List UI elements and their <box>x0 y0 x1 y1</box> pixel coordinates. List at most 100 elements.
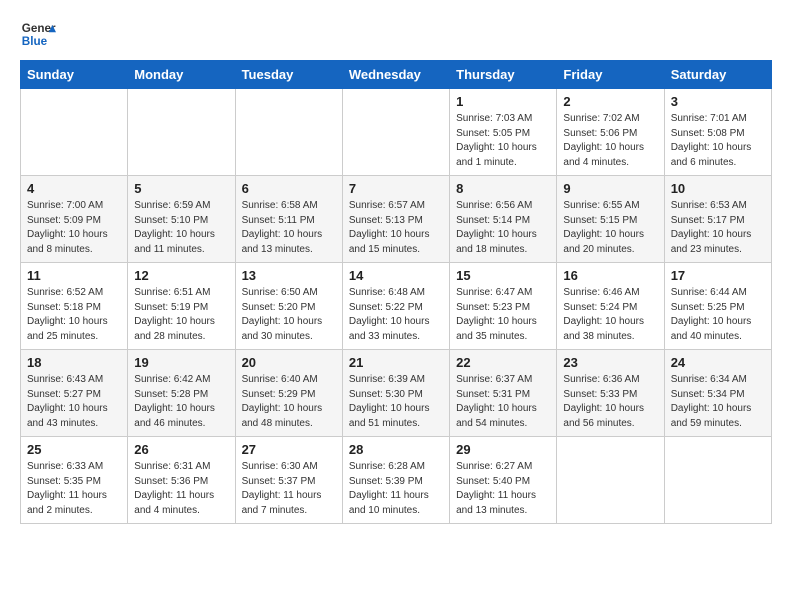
day-info: Sunrise: 6:53 AM Sunset: 5:17 PM Dayligh… <box>671 199 765 257</box>
calendar-week-row: 1 Sunrise: 7:03 AM Sunset: 5:05 PM Daylig… <box>21 89 772 176</box>
day-number: 3 <box>671 94 765 109</box>
calendar-cell: 23 Sunrise: 6:36 AM Sunset: 5:33 PM Dayli… <box>557 350 664 437</box>
calendar-week-row: 18 Sunrise: 6:43 AM Sunset: 5:27 PM Dayli… <box>21 350 772 437</box>
day-info: Sunrise: 6:46 AM Sunset: 5:24 PM Dayligh… <box>563 286 657 344</box>
day-number: 23 <box>563 355 657 370</box>
calendar-cell: 24 Sunrise: 6:34 AM Sunset: 5:34 PM Dayli… <box>664 350 771 437</box>
day-number: 19 <box>134 355 228 370</box>
calendar-cell: 2 Sunrise: 7:02 AM Sunset: 5:06 PM Daylig… <box>557 89 664 176</box>
day-header-sunday: Sunday <box>21 61 128 89</box>
calendar-cell: 27 Sunrise: 6:30 AM Sunset: 5:37 PM Dayli… <box>235 437 342 524</box>
calendar-cell <box>235 89 342 176</box>
day-header-thursday: Thursday <box>450 61 557 89</box>
calendar-cell: 19 Sunrise: 6:42 AM Sunset: 5:28 PM Dayli… <box>128 350 235 437</box>
day-header-wednesday: Wednesday <box>342 61 449 89</box>
day-number: 21 <box>349 355 443 370</box>
day-info: Sunrise: 6:39 AM Sunset: 5:30 PM Dayligh… <box>349 373 443 431</box>
calendar-cell: 12Sunrise: 6:51 AM Sunset: 5:19 PM Dayli… <box>128 263 235 350</box>
day-number: 28 <box>349 442 443 457</box>
day-number: 25 <box>27 442 121 457</box>
calendar-week-row: 25 Sunrise: 6:33 AM Sunset: 5:35 PM Dayli… <box>21 437 772 524</box>
day-info: Sunrise: 6:27 AM Sunset: 5:40 PM Dayligh… <box>456 460 550 518</box>
day-info: Sunrise: 6:44 AM Sunset: 5:25 PM Dayligh… <box>671 286 765 344</box>
calendar-cell: 15 Sunrise: 6:47 AM Sunset: 5:23 PM Dayli… <box>450 263 557 350</box>
calendar-cell: 3 Sunrise: 7:01 AM Sunset: 5:08 PM Daylig… <box>664 89 771 176</box>
day-info: Sunrise: 6:33 AM Sunset: 5:35 PM Dayligh… <box>27 460 121 518</box>
day-number: 27 <box>242 442 336 457</box>
calendar-cell: 7Sunrise: 6:57 AM Sunset: 5:13 PM Daylig… <box>342 176 449 263</box>
calendar-cell: 29 Sunrise: 6:27 AM Sunset: 5:40 PM Dayli… <box>450 437 557 524</box>
day-info: Sunrise: 6:52 AM Sunset: 5:18 PM Dayligh… <box>27 286 121 344</box>
day-number: 13 <box>242 268 336 283</box>
day-info: Sunrise: 6:59 AM Sunset: 5:10 PM Dayligh… <box>134 199 228 257</box>
day-number: 10 <box>671 181 765 196</box>
day-header-tuesday: Tuesday <box>235 61 342 89</box>
day-number: 17 <box>671 268 765 283</box>
day-info: Sunrise: 6:50 AM Sunset: 5:20 PM Dayligh… <box>242 286 336 344</box>
svg-text:Blue: Blue <box>22 35 48 48</box>
day-info: Sunrise: 6:43 AM Sunset: 5:27 PM Dayligh… <box>27 373 121 431</box>
logo: General Blue <box>20 16 56 52</box>
day-number: 16 <box>563 268 657 283</box>
day-info: Sunrise: 7:03 AM Sunset: 5:05 PM Dayligh… <box>456 112 550 170</box>
calendar-week-row: 4 Sunrise: 7:00 AM Sunset: 5:09 PM Daylig… <box>21 176 772 263</box>
calendar-cell: 6 Sunrise: 6:58 AM Sunset: 5:11 PM Daylig… <box>235 176 342 263</box>
calendar-week-row: 11 Sunrise: 6:52 AM Sunset: 5:18 PM Dayli… <box>21 263 772 350</box>
calendar-cell <box>342 89 449 176</box>
day-number: 4 <box>27 181 121 196</box>
calendar-cell: 28 Sunrise: 6:28 AM Sunset: 5:39 PM Dayli… <box>342 437 449 524</box>
calendar-cell: 26Sunrise: 6:31 AM Sunset: 5:36 PM Dayli… <box>128 437 235 524</box>
calendar-cell <box>664 437 771 524</box>
calendar-cell: 11 Sunrise: 6:52 AM Sunset: 5:18 PM Dayli… <box>21 263 128 350</box>
day-header-friday: Friday <box>557 61 664 89</box>
calendar-cell: 22 Sunrise: 6:37 AM Sunset: 5:31 PM Dayli… <box>450 350 557 437</box>
day-number: 15 <box>456 268 550 283</box>
day-number: 12 <box>134 268 228 283</box>
calendar-cell <box>21 89 128 176</box>
calendar-cell: 13 Sunrise: 6:50 AM Sunset: 5:20 PM Dayli… <box>235 263 342 350</box>
calendar-cell: 17 Sunrise: 6:44 AM Sunset: 5:25 PM Dayli… <box>664 263 771 350</box>
day-info: Sunrise: 6:37 AM Sunset: 5:31 PM Dayligh… <box>456 373 550 431</box>
logo-icon: General Blue <box>20 16 56 52</box>
day-info: Sunrise: 6:40 AM Sunset: 5:29 PM Dayligh… <box>242 373 336 431</box>
day-info: Sunrise: 6:36 AM Sunset: 5:33 PM Dayligh… <box>563 373 657 431</box>
day-number: 9 <box>563 181 657 196</box>
day-info: Sunrise: 7:00 AM Sunset: 5:09 PM Dayligh… <box>27 199 121 257</box>
day-info: Sunrise: 6:30 AM Sunset: 5:37 PM Dayligh… <box>242 460 336 518</box>
day-info: Sunrise: 6:28 AM Sunset: 5:39 PM Dayligh… <box>349 460 443 518</box>
calendar-header-row: SundayMondayTuesdayWednesdayThursdayFrid… <box>21 61 772 89</box>
calendar-cell: 4 Sunrise: 7:00 AM Sunset: 5:09 PM Daylig… <box>21 176 128 263</box>
calendar-cell: 25 Sunrise: 6:33 AM Sunset: 5:35 PM Dayli… <box>21 437 128 524</box>
calendar-table: SundayMondayTuesdayWednesdayThursdayFrid… <box>20 60 772 524</box>
calendar-cell <box>557 437 664 524</box>
day-info: Sunrise: 7:01 AM Sunset: 5:08 PM Dayligh… <box>671 112 765 170</box>
calendar-cell: 21 Sunrise: 6:39 AM Sunset: 5:30 PM Dayli… <box>342 350 449 437</box>
day-info: Sunrise: 6:48 AM Sunset: 5:22 PM Dayligh… <box>349 286 443 344</box>
day-number: 29 <box>456 442 550 457</box>
day-number: 2 <box>563 94 657 109</box>
calendar-cell: 1 Sunrise: 7:03 AM Sunset: 5:05 PM Daylig… <box>450 89 557 176</box>
day-number: 26 <box>134 442 228 457</box>
day-info: Sunrise: 6:57 AM Sunset: 5:13 PM Dayligh… <box>349 199 443 257</box>
calendar-cell: 18 Sunrise: 6:43 AM Sunset: 5:27 PM Dayli… <box>21 350 128 437</box>
calendar-cell <box>128 89 235 176</box>
day-number: 18 <box>27 355 121 370</box>
day-header-saturday: Saturday <box>664 61 771 89</box>
day-number: 11 <box>27 268 121 283</box>
day-info: Sunrise: 6:58 AM Sunset: 5:11 PM Dayligh… <box>242 199 336 257</box>
calendar-cell: 9 Sunrise: 6:55 AM Sunset: 5:15 PM Daylig… <box>557 176 664 263</box>
calendar-cell: 16 Sunrise: 6:46 AM Sunset: 5:24 PM Dayli… <box>557 263 664 350</box>
day-number: 6 <box>242 181 336 196</box>
calendar-cell: 10 Sunrise: 6:53 AM Sunset: 5:17 PM Dayli… <box>664 176 771 263</box>
day-number: 14 <box>349 268 443 283</box>
day-number: 8 <box>456 181 550 196</box>
calendar-cell: 14 Sunrise: 6:48 AM Sunset: 5:22 PM Dayli… <box>342 263 449 350</box>
day-info: Sunrise: 6:42 AM Sunset: 5:28 PM Dayligh… <box>134 373 228 431</box>
day-info: Sunrise: 6:47 AM Sunset: 5:23 PM Dayligh… <box>456 286 550 344</box>
day-number: 1 <box>456 94 550 109</box>
day-number: 24 <box>671 355 765 370</box>
day-number: 22 <box>456 355 550 370</box>
day-info: Sunrise: 6:34 AM Sunset: 5:34 PM Dayligh… <box>671 373 765 431</box>
day-info: Sunrise: 6:55 AM Sunset: 5:15 PM Dayligh… <box>563 199 657 257</box>
day-info: Sunrise: 7:02 AM Sunset: 5:06 PM Dayligh… <box>563 112 657 170</box>
